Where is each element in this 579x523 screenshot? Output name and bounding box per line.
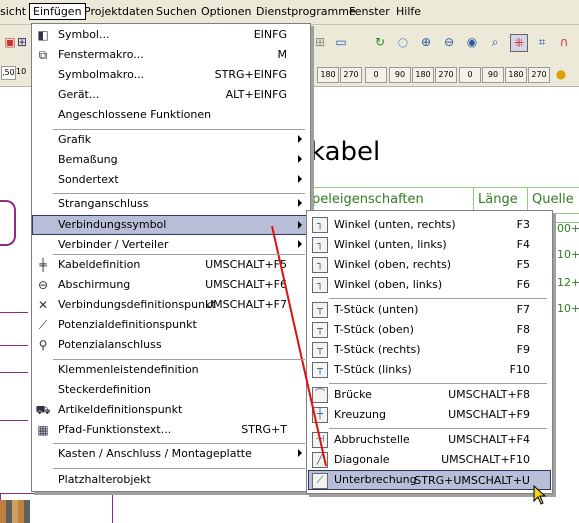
menu-separator <box>53 443 305 444</box>
annotation-arrow <box>271 225 327 467</box>
annotation-line <box>271 225 327 467</box>
submenu-separator <box>329 383 547 384</box>
submenu-separator <box>329 298 547 299</box>
menu-separator <box>53 129 305 130</box>
menu-separator <box>53 359 305 360</box>
mouse-cursor-icon <box>533 485 547 505</box>
menu-separator <box>53 193 305 194</box>
submenu-separator <box>329 428 547 429</box>
menu-separator <box>53 254 305 255</box>
menu-separator <box>53 468 305 469</box>
